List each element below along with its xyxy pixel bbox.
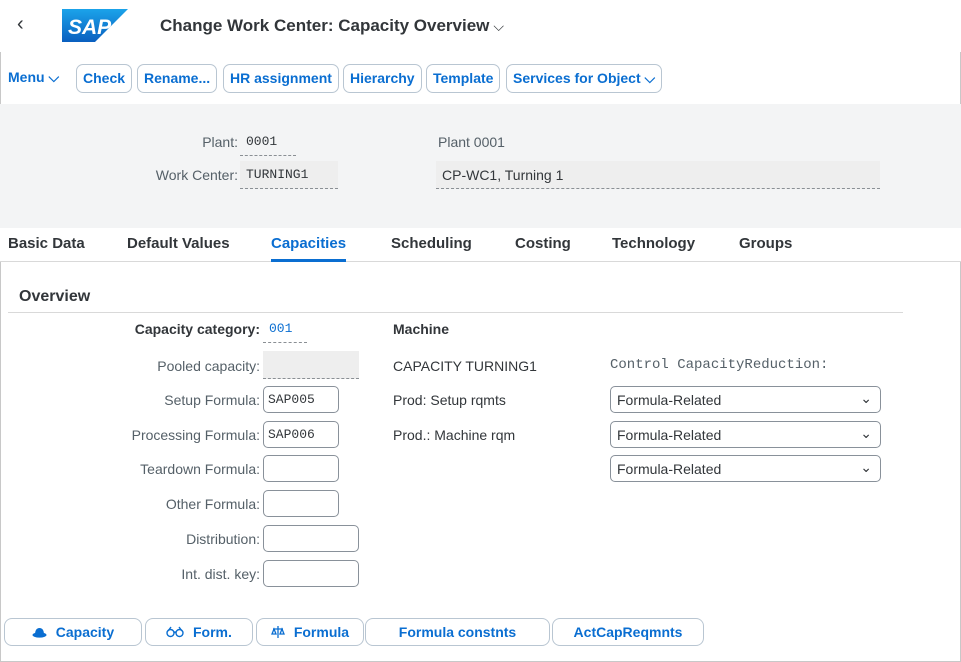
reduction-select-teardown-value: Formula-Related [617, 461, 722, 477]
teardown-formula-input[interactable] [263, 455, 339, 482]
sap-logo: SAP [62, 9, 128, 42]
tab-default-values[interactable]: Default Values [127, 235, 230, 252]
formula-icon [270, 624, 289, 640]
control-capacity-reduction-label: Control CapacityReduction: [610, 357, 829, 373]
back-icon[interactable]: ‹ [17, 14, 24, 34]
check-button[interactable]: Check [76, 64, 133, 93]
hr-assignment-button[interactable]: HR assignment [223, 64, 339, 93]
tab-bar: Basic Data Default Values Capacities Sch… [0, 228, 961, 262]
chevron-down-icon: ⌵ [493, 18, 505, 34]
chevron-down-icon: ⌄ [860, 390, 872, 406]
processing-formula-input[interactable]: SAP006 [263, 421, 339, 448]
reduction-select-processing-value: Formula-Related [617, 427, 722, 443]
form-tab-button[interactable]: Form. [145, 618, 253, 646]
object-header: Plant: 0001 Plant 0001 Work Center: TURN… [0, 104, 961, 228]
form-tab-label: Form. [193, 624, 232, 640]
formula-constants-tab-button[interactable]: Formula constnts [365, 618, 550, 646]
other-formula-input[interactable] [263, 490, 339, 517]
pooled-capacity-label: Pooled capacity: [157, 358, 260, 374]
tab-technology[interactable]: Technology [612, 235, 695, 252]
work-center-description: CP-WC1, Turning 1 [436, 161, 880, 189]
distribution-label: Distribution: [186, 531, 260, 547]
formula-tab-label: Formula [293, 624, 350, 640]
menu-button[interactable]: Menu ⌵ [8, 64, 60, 93]
capacity-tab-button[interactable]: Capacity [4, 618, 142, 646]
capacity-tab-label: Capacity [55, 624, 115, 640]
glasses-icon [166, 624, 188, 640]
overview-divider [8, 312, 903, 313]
actcapreqmnts-tab-button[interactable]: ActCapReqmnts [552, 618, 704, 646]
int-dist-key-input[interactable] [263, 560, 359, 587]
capacity-category-text: Machine [393, 321, 450, 337]
rename-button[interactable]: Rename... [137, 64, 218, 93]
actcapreqmnts-tab-label: ActCapReqmnts [573, 624, 683, 640]
processing-formula-text: Prod.: Machine rqm [393, 427, 516, 443]
reduction-select-processing[interactable]: Formula-Related ⌄ [610, 421, 881, 448]
chevron-down-icon: ⌄ [860, 425, 872, 441]
reduction-select-setup-value: Formula-Related [617, 392, 722, 408]
capacity-category-field[interactable]: 001 [263, 316, 307, 343]
reduction-select-teardown[interactable]: Formula-Related ⌄ [610, 455, 881, 482]
work-center-field: TURNING1 [240, 161, 338, 189]
setup-formula-input[interactable]: SAP005 [263, 386, 339, 413]
capacity-category-label: Capacity category: [134, 321, 260, 337]
shell-header: ‹ SAP Change Work Center: Capacity Overv… [0, 0, 961, 52]
hierarchy-button[interactable]: Hierarchy [343, 64, 422, 93]
hat-icon [32, 624, 51, 640]
plant-description: Plant 0001 [438, 134, 505, 150]
teardown-formula-label: Teardown Formula: [140, 461, 260, 477]
page-title-text: Change Work Center: Capacity Overview [160, 16, 490, 35]
capacity-name-text: CAPACITY TURNING1 [393, 358, 537, 374]
toolbar: Menu ⌵ Check Rename... HR assignment Hie… [0, 64, 961, 94]
processing-formula-label: Processing Formula: [131, 427, 260, 443]
distribution-input[interactable] [263, 525, 359, 552]
int-dist-key-label: Int. dist. key: [181, 566, 260, 582]
reduction-select-setup[interactable]: Formula-Related ⌄ [610, 386, 881, 413]
overview-title: Overview [19, 288, 91, 305]
formula-constants-tab-label: Formula constnts [398, 624, 517, 640]
formula-tab-button[interactable]: Formula [256, 618, 364, 646]
setup-formula-text: Prod: Setup rqmts [393, 392, 506, 408]
tab-groups[interactable]: Groups [739, 235, 792, 252]
work-center-label: Work Center: [155, 167, 238, 183]
services-for-object-button[interactable]: Services for Object ⌵ [506, 64, 663, 93]
template-button[interactable]: Template [426, 64, 501, 93]
tab-capacities[interactable]: Capacities [271, 235, 347, 262]
svg-text:SAP: SAP [68, 16, 112, 39]
plant-label: Plant: [202, 134, 238, 150]
page-title[interactable]: Change Work Center: Capacity Overview ⌵ [160, 16, 504, 36]
plant-field: 0001 [240, 128, 296, 156]
chevron-down-icon: ⌄ [860, 459, 872, 475]
pooled-capacity-field [263, 351, 359, 379]
tab-costing[interactable]: Costing [515, 235, 571, 252]
other-formula-label: Other Formula: [165, 496, 260, 512]
tab-scheduling[interactable]: Scheduling [391, 235, 472, 252]
tab-basic-data[interactable]: Basic Data [8, 235, 85, 252]
setup-formula-label: Setup Formula: [164, 392, 260, 408]
